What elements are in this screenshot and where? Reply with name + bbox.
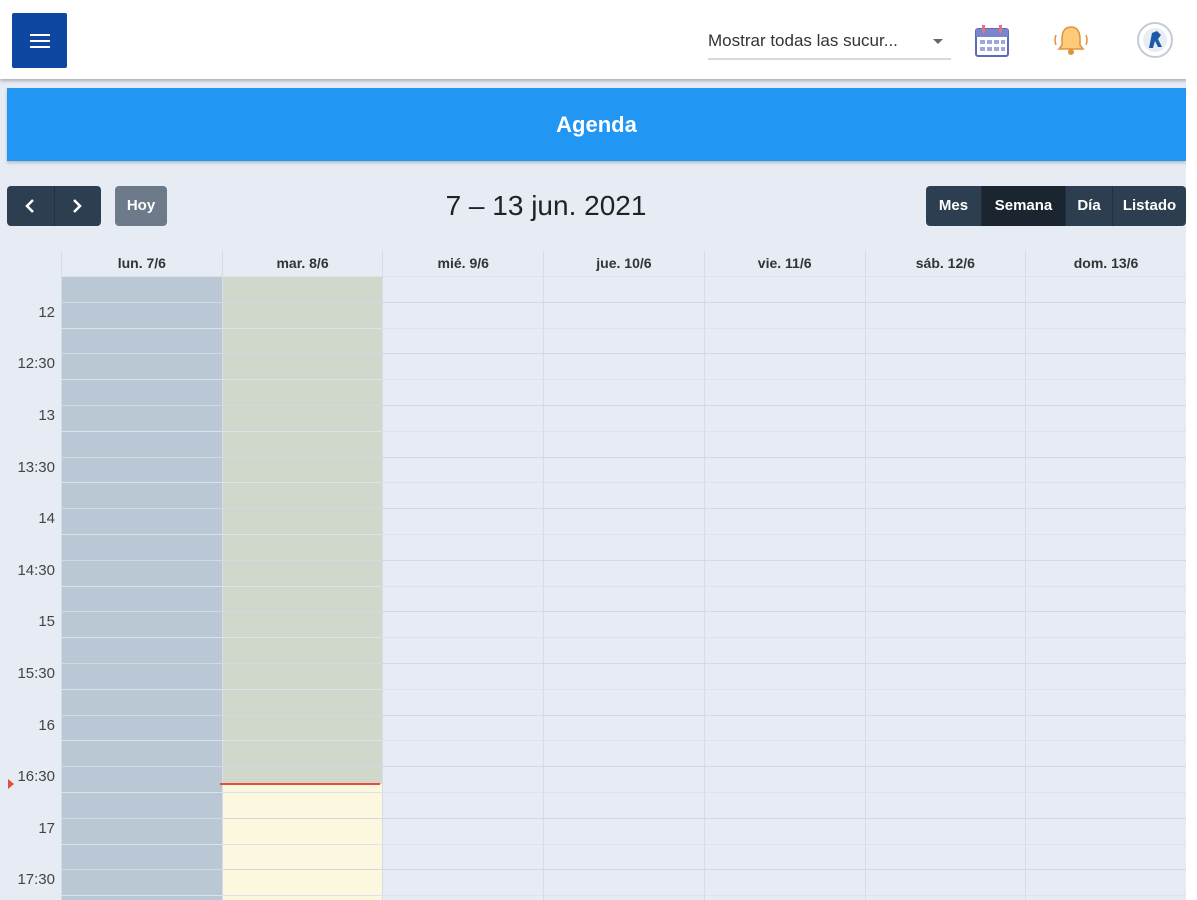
slot-line <box>61 637 1186 639</box>
next-week-button[interactable] <box>54 186 101 226</box>
previous-week-button[interactable] <box>7 186 55 226</box>
day-column[interactable] <box>864 276 1026 900</box>
menu-button[interactable] <box>12 13 67 68</box>
view-day-button[interactable]: Día <box>1066 186 1113 226</box>
page-title: Agenda <box>556 112 637 137</box>
day-column[interactable] <box>61 276 222 900</box>
hamburger-menu-icon-bar <box>30 46 50 48</box>
slot-line <box>61 792 1186 793</box>
time-label: 16 <box>38 716 55 734</box>
hamburger-menu-icon <box>30 34 50 36</box>
time-label: 14:30 <box>17 561 55 579</box>
slot-line <box>61 869 1186 871</box>
day-header[interactable]: lun. 7/6 <box>61 251 222 276</box>
date-nav-group <box>7 186 101 226</box>
slot-line <box>61 482 1186 484</box>
chevron-left-icon <box>25 199 34 213</box>
view-switcher: Mes Semana Día Listado <box>926 186 1186 226</box>
slot-line <box>61 611 1186 613</box>
slot-line <box>61 688 1186 690</box>
day-header[interactable]: sáb. 12/6 <box>864 251 1026 276</box>
current-time-arrow-icon <box>8 779 14 790</box>
slot-line <box>61 895 1186 897</box>
time-label: 12 <box>38 303 55 321</box>
slot-line <box>61 301 1186 303</box>
slot-line <box>61 405 1186 406</box>
slot-line <box>61 353 1186 355</box>
bell-icon[interactable] <box>1052 21 1090 59</box>
slot-line <box>61 766 1186 768</box>
day-column[interactable] <box>703 276 865 900</box>
time-label: 17:30 <box>17 871 55 889</box>
slot-line <box>61 843 1186 845</box>
view-month-button[interactable]: Mes <box>926 186 982 226</box>
branch-select[interactable]: Mostrar todas las sucur... <box>708 24 951 60</box>
chevron-right-icon <box>73 199 82 213</box>
top-app-bar: Mostrar todas las sucur... <box>0 0 1197 79</box>
time-label: 14 <box>38 510 55 528</box>
time-label: 12:30 <box>17 355 55 373</box>
dropdown-caret-icon <box>933 39 943 44</box>
slot-line <box>61 559 1186 561</box>
day-column[interactable] <box>221 276 383 900</box>
week-calendar-grid: lun. 7/6 mar. 8/6 mié. 9/6 jue. 10/6 vie. 11… <box>7 251 1186 900</box>
slot-line <box>61 663 1186 664</box>
date-range-title: 7 – 13 jun. 2021 <box>445 190 647 221</box>
user-avatar-icon[interactable] <box>1136 21 1174 59</box>
today-past-area <box>222 276 383 785</box>
day-header[interactable]: dom. 13/6 <box>1025 251 1186 276</box>
slot-line <box>61 276 1186 277</box>
branch-select-value: Mostrar todas las sucur... <box>708 31 898 50</box>
view-week-button[interactable]: Semana <box>982 186 1066 226</box>
day-header[interactable]: mar. 8/6 <box>221 251 383 276</box>
day-header[interactable]: jue. 10/6 <box>543 251 704 276</box>
slot-line <box>61 740 1186 742</box>
time-label: 15:30 <box>17 665 55 682</box>
current-time-line <box>220 783 380 786</box>
today-future-area <box>222 784 383 900</box>
page-edge <box>1186 79 1197 900</box>
slot-line <box>61 379 1186 381</box>
slot-line <box>61 585 1186 587</box>
time-label: 15 <box>38 613 55 631</box>
day-column[interactable] <box>543 276 704 900</box>
slot-line <box>61 327 1186 329</box>
time-label: 16:30 <box>17 768 55 786</box>
time-axis-corner <box>7 251 61 276</box>
slot-line <box>61 430 1186 432</box>
slot-line <box>61 534 1186 535</box>
hamburger-menu-icon-bar <box>30 40 50 42</box>
view-list-button[interactable]: Listado <box>1113 186 1186 226</box>
slot-line <box>61 714 1186 716</box>
slot-line <box>61 456 1186 458</box>
day-column[interactable] <box>382 276 543 900</box>
today-button[interactable]: Hoy <box>115 186 167 226</box>
time-label: 13 <box>38 407 55 424</box>
time-label: 17 <box>38 819 55 837</box>
day-header[interactable]: vie. 11/6 <box>703 251 865 276</box>
slot-line <box>61 508 1186 510</box>
agenda-header: Agenda <box>7 88 1186 161</box>
day-column[interactable] <box>1025 276 1186 900</box>
time-label: 13:30 <box>17 458 55 476</box>
day-header[interactable]: mié. 9/6 <box>382 251 543 276</box>
slot-line <box>61 817 1186 819</box>
calendar-icon[interactable] <box>973 21 1011 59</box>
